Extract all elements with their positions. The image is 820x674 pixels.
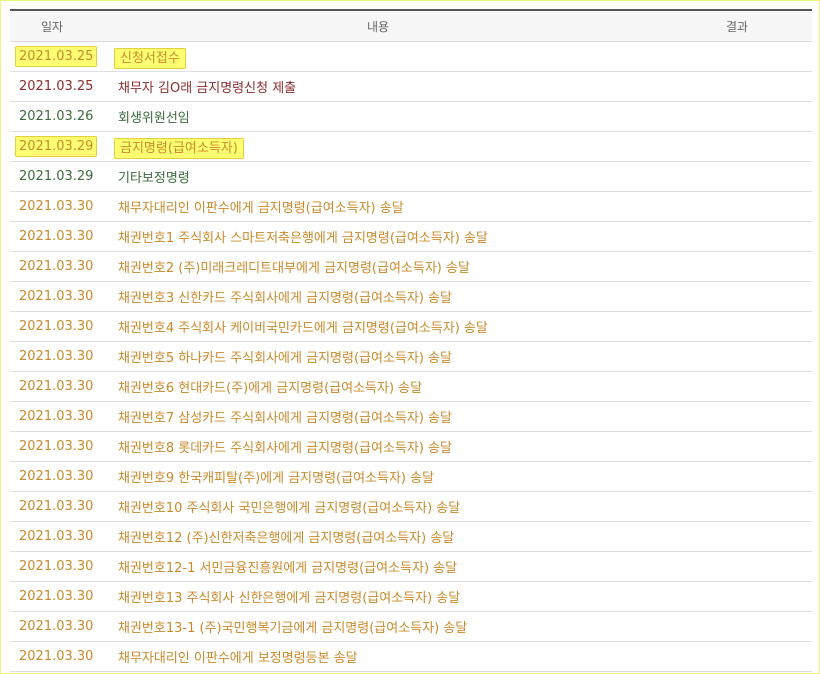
row-date: 2021.03.30 — [19, 439, 94, 454]
row-date: 2021.03.30 — [19, 199, 94, 214]
row-date: 2021.03.30 — [19, 259, 94, 274]
row-content: 채권번호2 (주)미래크레디트대부에게 금지명령(급여소득자) 송달 — [118, 261, 470, 276]
table-row: 2021.03.25 신청서접수 — [10, 42, 812, 72]
column-header-result: 결과 — [725, 19, 749, 34]
row-content: 신청서접수 — [114, 47, 662, 69]
row-content: 채권번호3 신한카드 주식회사에게 금지명령(급여소득자) 송달 — [118, 291, 452, 306]
row-date: 2021.03.30 — [19, 319, 94, 334]
case-history-table: 일자 내용 결과 2021.03.25 신청서접수 2021.03.25 채무자… — [10, 9, 812, 672]
row-content: 채권번호13 주식회사 신한은행에게 금지명령(급여소득자) 송달 — [118, 591, 461, 606]
row-content: 채무자대리인 이판수에게 보정명령등본 송달 — [118, 651, 358, 666]
table-row: 2021.03.30 채무자대리인 이판수에게 금지명령(급여소득자) 송달 — [10, 192, 812, 222]
row-content: 채무자대리인 이판수에게 금지명령(급여소득자) 송달 — [118, 201, 404, 216]
row-content: 채권번호5 하나카드 주식회사에게 금지명령(급여소득자) 송달 — [118, 351, 452, 366]
row-date: 2021.03.30 — [19, 499, 94, 514]
table-row: 2021.03.30 채권번호5 하나카드 주식회사에게 금지명령(급여소득자)… — [10, 342, 812, 372]
row-content: 채권번호8 롯데카드 주식회사에게 금지명령(급여소득자) 송달 — [118, 441, 452, 456]
row-content: 채권번호7 삼성카드 주식회사에게 금지명령(급여소득자) 송달 — [118, 411, 452, 426]
row-date: 2021.03.25 — [19, 79, 94, 94]
row-date: 2021.03.30 — [19, 349, 94, 364]
table-row: 2021.03.30 채권번호9 한국캐피탈(주)에게 금지명령(급여소득자) … — [10, 462, 812, 492]
row-date: 2021.03.30 — [19, 289, 94, 304]
table-row: 2021.03.30 채권번호3 신한카드 주식회사에게 금지명령(급여소득자)… — [10, 282, 812, 312]
table-row: 2021.03.30 채권번호6 현대카드(주)에게 금지명령(급여소득자) 송… — [10, 372, 812, 402]
row-date: 2021.03.30 — [19, 559, 94, 574]
row-date: 2021.03.30 — [19, 529, 94, 544]
row-date: 2021.03.30 — [19, 469, 94, 484]
table-header: 일자 내용 결과 — [10, 11, 812, 42]
column-header-date: 일자 — [40, 19, 64, 34]
table-row: 2021.03.30 채권번호4 주식회사 케이비국민카드에게 금지명령(급여소… — [10, 312, 812, 342]
row-content: 채권번호13-1 (주)국민행복기금에게 금지명령(급여소득자) 송달 — [118, 621, 468, 636]
table-row: 2021.03.30 채권번호13 주식회사 신한은행에게 금지명령(급여소득자… — [10, 582, 812, 612]
page-frame: 일자 내용 결과 2021.03.25 신청서접수 2021.03.25 채무자… — [0, 0, 820, 674]
table-row: 2021.03.30 채권번호13-1 (주)국민행복기금에게 금지명령(급여소… — [10, 612, 812, 642]
table-row: 2021.03.30 채권번호12 (주)신한저축은행에게 금지명령(급여소득자… — [10, 522, 812, 552]
highlight-mark: 2021.03.29 — [15, 136, 98, 157]
table-row: 2021.03.30 채권번호2 (주)미래크레디트대부에게 금지명령(급여소득… — [10, 252, 812, 282]
row-content: 채권번호12 (주)신한저축은행에게 금지명령(급여소득자) 송달 — [118, 531, 455, 546]
row-date: 2021.03.30 — [19, 619, 94, 634]
column-header-content: 내용 — [366, 19, 390, 34]
row-date: 2021.03.30 — [19, 589, 94, 604]
row-date: 2021.03.30 — [19, 379, 94, 394]
highlight-mark: 2021.03.25 — [15, 46, 98, 67]
row-content: 채권번호9 한국캐피탈(주)에게 금지명령(급여소득자) 송달 — [118, 471, 435, 486]
row-date: 2021.03.29 — [10, 136, 118, 157]
row-content: 채권번호1 주식회사 스마트저축은행에게 금지명령(급여소득자) 송달 — [118, 231, 488, 246]
row-date: 2021.03.29 — [19, 169, 94, 184]
table-row: 2021.03.30 채권번호10 주식회사 국민은행에게 금지명령(급여소득자… — [10, 492, 812, 522]
highlight-mark: 신청서접수 — [114, 48, 186, 69]
table-row: 2021.03.29 금지명령(급여소득자) — [10, 132, 812, 162]
row-content: 채권번호10 주식회사 국민은행에게 금지명령(급여소득자) 송달 — [118, 501, 461, 516]
table-row: 2021.03.29 기타보정명령 — [10, 162, 812, 192]
row-content: 채권번호4 주식회사 케이비국민카드에게 금지명령(급여소득자) 송달 — [118, 321, 488, 336]
row-date: 2021.03.25 — [10, 46, 118, 67]
table-row: 2021.03.26 회생위원선임 — [10, 102, 812, 132]
row-content: 금지명령(급여소득자) — [114, 137, 662, 159]
row-date: 2021.03.26 — [19, 109, 94, 124]
row-content: 채무자 김O래 금지명령신청 제출 — [118, 81, 297, 96]
row-content: 회생위원선임 — [118, 111, 190, 126]
table-row: 2021.03.30 채권번호8 롯데카드 주식회사에게 금지명령(급여소득자)… — [10, 432, 812, 462]
table-row: 2021.03.30 채권번호12-1 서민금융진흥원에게 금지명령(급여소득자… — [10, 552, 812, 582]
row-content: 채권번호6 현대카드(주)에게 금지명령(급여소득자) 송달 — [118, 381, 423, 396]
table-row: 2021.03.25 채무자 김O래 금지명령신청 제출 — [10, 72, 812, 102]
row-date: 2021.03.30 — [19, 229, 94, 244]
highlight-mark: 금지명령(급여소득자) — [114, 138, 244, 159]
row-content: 채권번호12-1 서민금융진흥원에게 금지명령(급여소득자) 송달 — [118, 561, 458, 576]
row-date: 2021.03.30 — [19, 649, 94, 664]
row-content: 기타보정명령 — [118, 171, 190, 186]
table-row: 2021.03.30 채무자대리인 이판수에게 보정명령등본 송달 — [10, 642, 812, 672]
table-row: 2021.03.30 채권번호7 삼성카드 주식회사에게 금지명령(급여소득자)… — [10, 402, 812, 432]
row-date: 2021.03.30 — [19, 409, 94, 424]
table-row: 2021.03.30 채권번호1 주식회사 스마트저축은행에게 금지명령(급여소… — [10, 222, 812, 252]
